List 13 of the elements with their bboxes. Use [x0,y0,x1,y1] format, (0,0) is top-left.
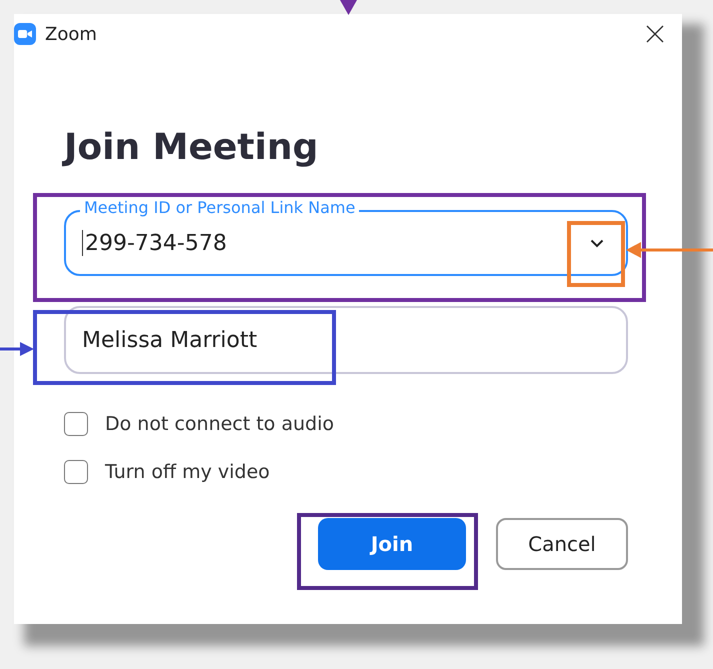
chevron-down-icon [590,238,604,248]
name-field[interactable]: Melissa Marriott [64,306,628,374]
field-label: Meeting ID or Personal Link Name [80,198,360,218]
checkbox-label: Turn off my video [105,461,270,483]
cancel-button[interactable]: Cancel [496,518,628,570]
annotation-arrow [0,341,34,357]
checkbox[interactable] [64,460,88,484]
dialog-heading: Join Meeting [64,126,320,170]
close-icon[interactable] [646,25,664,43]
checkbox-label: Do not connect to audio [105,413,334,435]
window-title: Zoom [45,24,98,44]
join-button[interactable]: Join [318,518,466,570]
checkbox[interactable] [64,412,88,436]
